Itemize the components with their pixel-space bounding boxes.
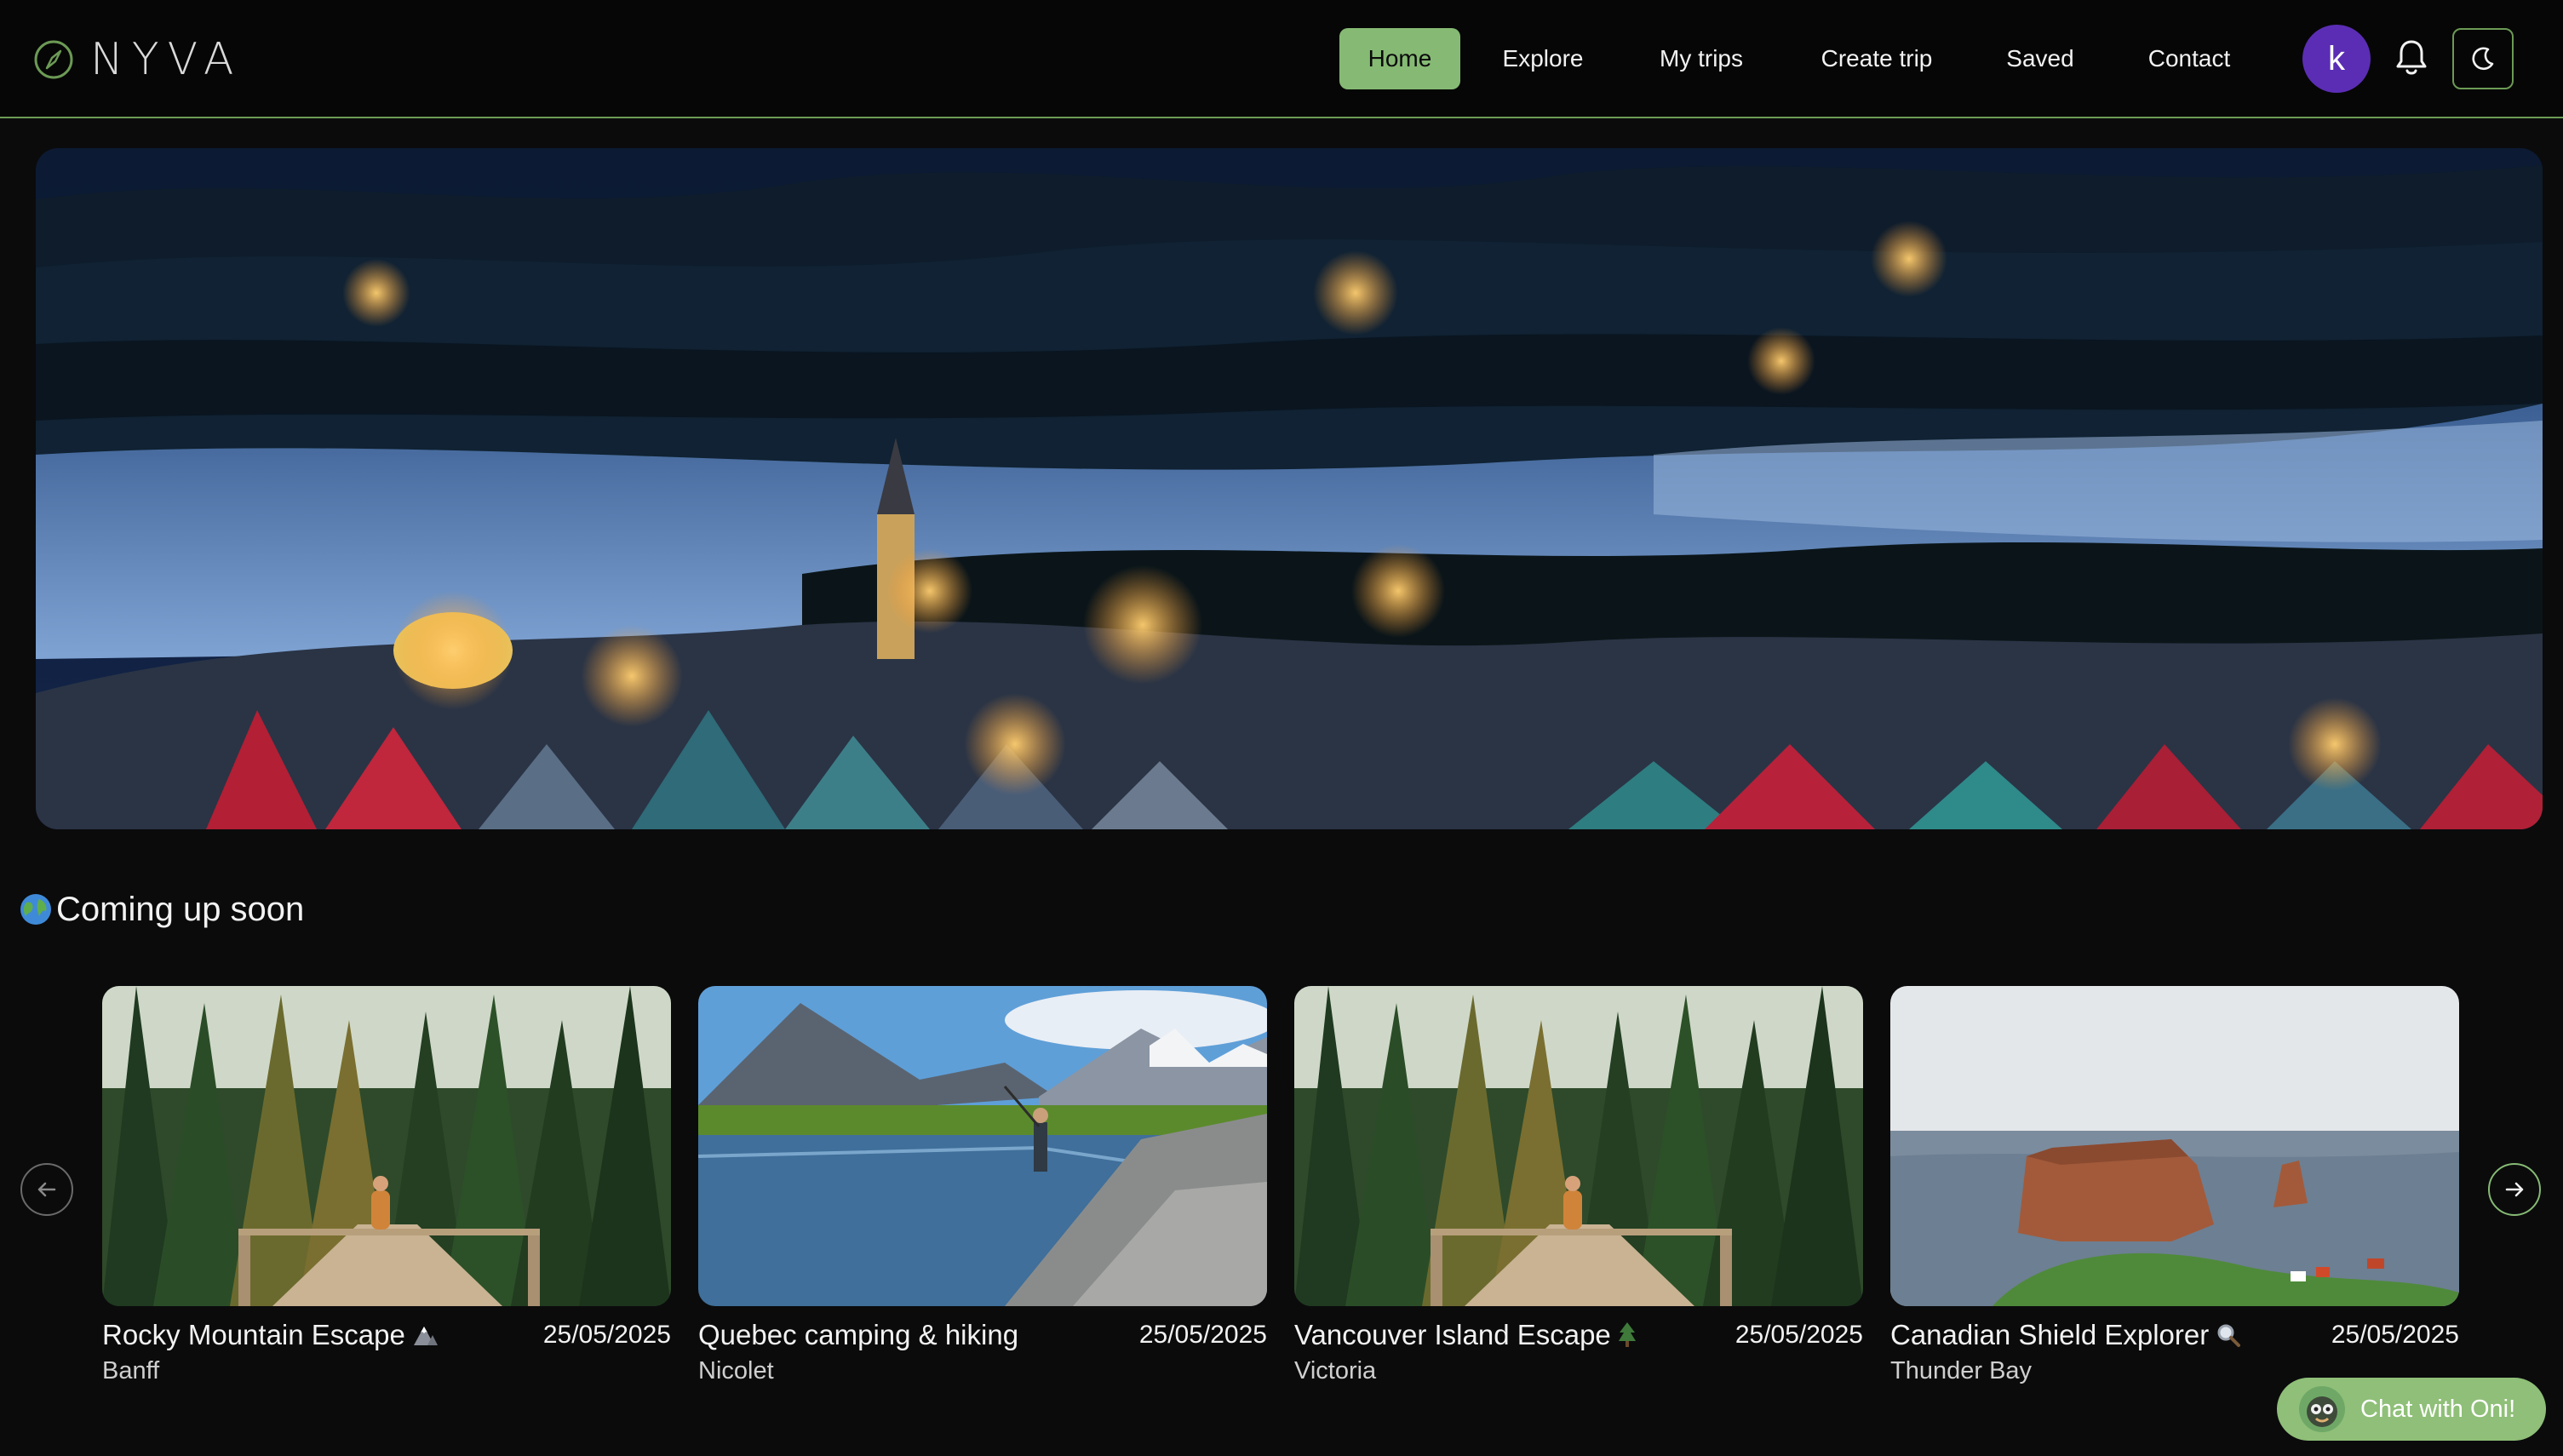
trip-card-date: 25/05/2025 bbox=[1734, 1321, 1863, 1349]
mountain-icon bbox=[413, 1327, 438, 1345]
trip-card-image[interactable] bbox=[1294, 986, 1863, 1306]
trip-card[interactable]: Canadian Shield Explorer 25/05/2025 Thun… bbox=[1890, 986, 2459, 1385]
nav-home[interactable]: Home bbox=[1339, 28, 1460, 89]
trip-card-date: 25/05/2025 bbox=[1138, 1321, 1267, 1349]
trip-card-image[interactable] bbox=[102, 986, 671, 1306]
trip-card-title[interactable]: Vancouver Island Escape bbox=[1294, 1319, 1611, 1351]
carousel-next-button[interactable] bbox=[2488, 1163, 2541, 1216]
globe-icon bbox=[20, 894, 51, 925]
nav-my-trips[interactable]: My trips bbox=[1625, 28, 1778, 89]
trip-card-title[interactable]: Quebec camping & hiking bbox=[698, 1319, 1018, 1351]
trip-card-image[interactable] bbox=[1890, 986, 2459, 1306]
trip-card[interactable]: Quebec camping & hiking 25/05/2025 Nicol… bbox=[698, 986, 1267, 1385]
moon-icon bbox=[2472, 47, 2494, 71]
section-title: Coming up soon bbox=[19, 886, 304, 933]
chat-bot-avatar bbox=[2299, 1386, 2345, 1432]
trip-card[interactable]: Vancouver Island Escape 25/05/2025 Victo… bbox=[1294, 986, 1863, 1385]
trip-card-date: 25/05/2025 bbox=[2331, 1321, 2459, 1349]
magnifier-icon bbox=[2217, 1324, 2241, 1347]
top-navbar: NYVA Home Explore My trips Create trip S… bbox=[0, 0, 2563, 118]
logo[interactable]: NYVA bbox=[32, 32, 242, 87]
bell-icon[interactable] bbox=[2394, 38, 2428, 77]
trip-card-title[interactable]: Rocky Mountain Escape bbox=[102, 1319, 405, 1351]
user-avatar[interactable]: k bbox=[2302, 25, 2371, 93]
hero-banner-image bbox=[36, 148, 2543, 829]
nav-explore[interactable]: Explore bbox=[1485, 28, 1601, 89]
arrow-left-icon bbox=[37, 1182, 56, 1197]
trip-card-image[interactable] bbox=[698, 986, 1267, 1306]
trip-card-location: Victoria bbox=[1294, 1357, 1377, 1384]
nav-create-trip[interactable]: Create trip bbox=[1800, 28, 1953, 89]
section-title-text: Coming up soon bbox=[56, 890, 305, 928]
carousel-prev-button[interactable] bbox=[20, 1163, 73, 1216]
nav-contact[interactable]: Contact bbox=[2130, 28, 2248, 89]
arrow-right-icon bbox=[2505, 1182, 2524, 1197]
theme-toggle-button[interactable] bbox=[2452, 28, 2514, 89]
logo-text: NYVA bbox=[90, 34, 243, 85]
chat-button[interactable]: Chat with Oni! bbox=[2277, 1378, 2546, 1441]
trip-card-date: 25/05/2025 bbox=[542, 1321, 671, 1349]
trip-card[interactable]: Rocky Mountain Escape 25/05/2025 Banff bbox=[102, 986, 671, 1385]
compass-icon bbox=[34, 40, 73, 79]
chat-button-label: Chat with Oni! bbox=[2360, 1395, 2516, 1423]
trip-card-location: Nicolet bbox=[698, 1357, 774, 1384]
trip-card-location: Banff bbox=[102, 1357, 160, 1384]
nav-saved[interactable]: Saved bbox=[1989, 28, 2091, 89]
trip-card-title[interactable]: Canadian Shield Explorer bbox=[1890, 1319, 2209, 1351]
evergreen-tree-icon bbox=[1618, 1322, 1636, 1347]
